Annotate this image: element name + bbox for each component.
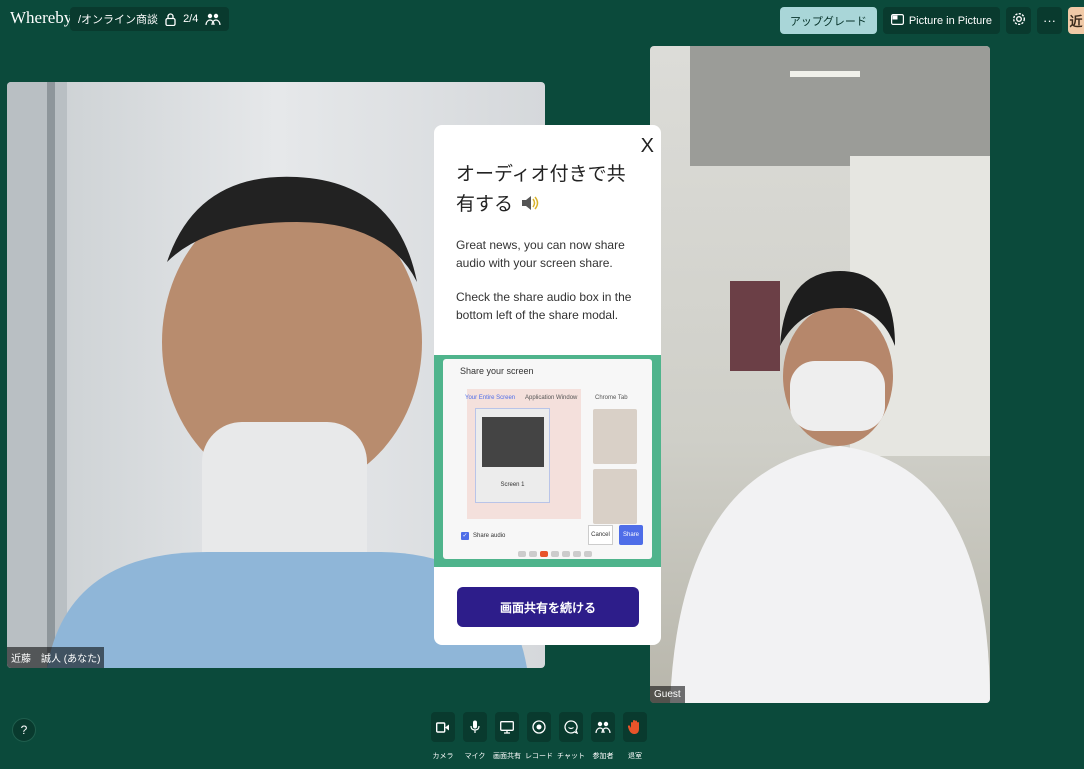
modal-title-text: オーディオ付きで共有する <box>456 163 626 215</box>
leave-hand-icon <box>623 712 647 742</box>
carousel-dot <box>551 551 559 557</box>
modal-title: オーディオ付きで共有する <box>456 159 641 220</box>
preview-share-button: Share <box>619 525 643 545</box>
mic-button[interactable]: マイク <box>463 712 487 761</box>
picture-in-picture-button[interactable]: Picture in Picture <box>882 7 1000 34</box>
guest-video-feed <box>670 46 990 703</box>
top-right-toolbar: アップグレード Picture in Picture ··· 近 <box>779 7 1084 34</box>
record-label: レコード <box>525 753 553 760</box>
leave-button[interactable]: 退室 <box>623 712 647 761</box>
brand-logo: Whereby <box>10 8 73 27</box>
share-preview-illustration: Share your screen Your Entire Screen App… <box>434 355 661 567</box>
carousel-dot <box>584 551 592 557</box>
leave-label: 退室 <box>628 753 642 760</box>
carousel-dot <box>529 551 537 557</box>
participants-button[interactable]: 参加者 <box>591 712 615 761</box>
camera-icon <box>431 712 455 742</box>
gear-icon <box>1012 12 1026 29</box>
help-button[interactable]: ? <box>12 718 36 742</box>
preview-tab-thumbnail <box>593 409 637 464</box>
preview-share-audio-checkbox: ✓ Share audio <box>461 532 505 540</box>
speaker-icon <box>521 190 539 220</box>
settings-button[interactable] <box>1006 7 1031 34</box>
participant-count: 2/4 <box>183 13 199 25</box>
more-options-button[interactable]: ··· <box>1037 7 1062 34</box>
preview-tab-chrome: Chrome Tab <box>595 395 628 401</box>
people-icon <box>205 13 221 26</box>
room-info[interactable]: /オンライン商談 2/4 <box>70 7 230 31</box>
preview-cancel-button: Cancel <box>588 525 613 545</box>
modal-body-2: Check the share audio box in the bottom … <box>456 290 632 322</box>
mic-icon <box>463 712 487 742</box>
preview-screen-thumbnail <box>482 417 544 467</box>
chat-icon <box>559 712 583 742</box>
preview-title: Share your screen <box>460 366 534 376</box>
chat-label: チャット <box>557 753 585 760</box>
avatar[interactable]: 近 <box>1068 7 1084 34</box>
call-controls: カメラ マイク 画面共有 レコード チャット 参加者 退室 <box>431 712 647 761</box>
lock-icon[interactable] <box>165 12 176 26</box>
preview-tab-entire-screen: Your Entire Screen <box>465 395 516 401</box>
record-button[interactable]: レコード <box>525 712 553 761</box>
preview-tab-app-window: Application Window <box>525 395 578 401</box>
carousel-dot <box>562 551 570 557</box>
camera-button[interactable]: カメラ <box>431 712 455 761</box>
chat-button[interactable]: チャット <box>557 712 585 761</box>
modal-body-1: Great news, you can now share audio with… <box>456 238 625 270</box>
guest-name-tag: Guest <box>650 686 685 703</box>
continue-screen-share-button[interactable]: 画面共有を続ける <box>457 587 639 627</box>
screen-share-icon <box>495 712 519 742</box>
screen-share-button[interactable]: 画面共有 <box>493 712 521 761</box>
checkbox-checked-icon: ✓ <box>461 532 469 540</box>
video-tile-guest: Guest <box>650 46 990 703</box>
close-icon[interactable]: X <box>641 135 654 158</box>
preview-dialog: Share your screen Your Entire Screen App… <box>443 359 652 559</box>
carousel-dot <box>518 551 526 557</box>
preview-carousel-dots <box>518 551 592 557</box>
room-name: /オンライン商談 <box>78 14 159 26</box>
carousel-dot <box>573 551 581 557</box>
pip-icon <box>890 13 904 28</box>
self-name-tag: 近藤 誠人 (あなた) <box>7 647 105 668</box>
record-icon <box>527 712 551 742</box>
preview-screen-label: Screen 1 <box>500 482 525 488</box>
camera-label: カメラ <box>432 753 454 760</box>
pip-label: Picture in Picture <box>908 14 992 27</box>
share-audio-modal: X オーディオ付きで共有する Great news, you can now s… <box>434 125 661 645</box>
screen-share-label: 画面共有 <box>493 753 521 760</box>
carousel-dot-active <box>540 551 548 557</box>
participants-label: 参加者 <box>592 753 614 760</box>
preview-screen-option: Screen 1 <box>475 408 550 503</box>
mic-label: マイク <box>464 753 486 760</box>
preview-share-audio-label: Share audio <box>473 533 506 539</box>
people-icon <box>591 712 615 742</box>
preview-tab-thumbnail <box>593 469 637 524</box>
upgrade-button[interactable]: アップグレード <box>779 7 877 34</box>
